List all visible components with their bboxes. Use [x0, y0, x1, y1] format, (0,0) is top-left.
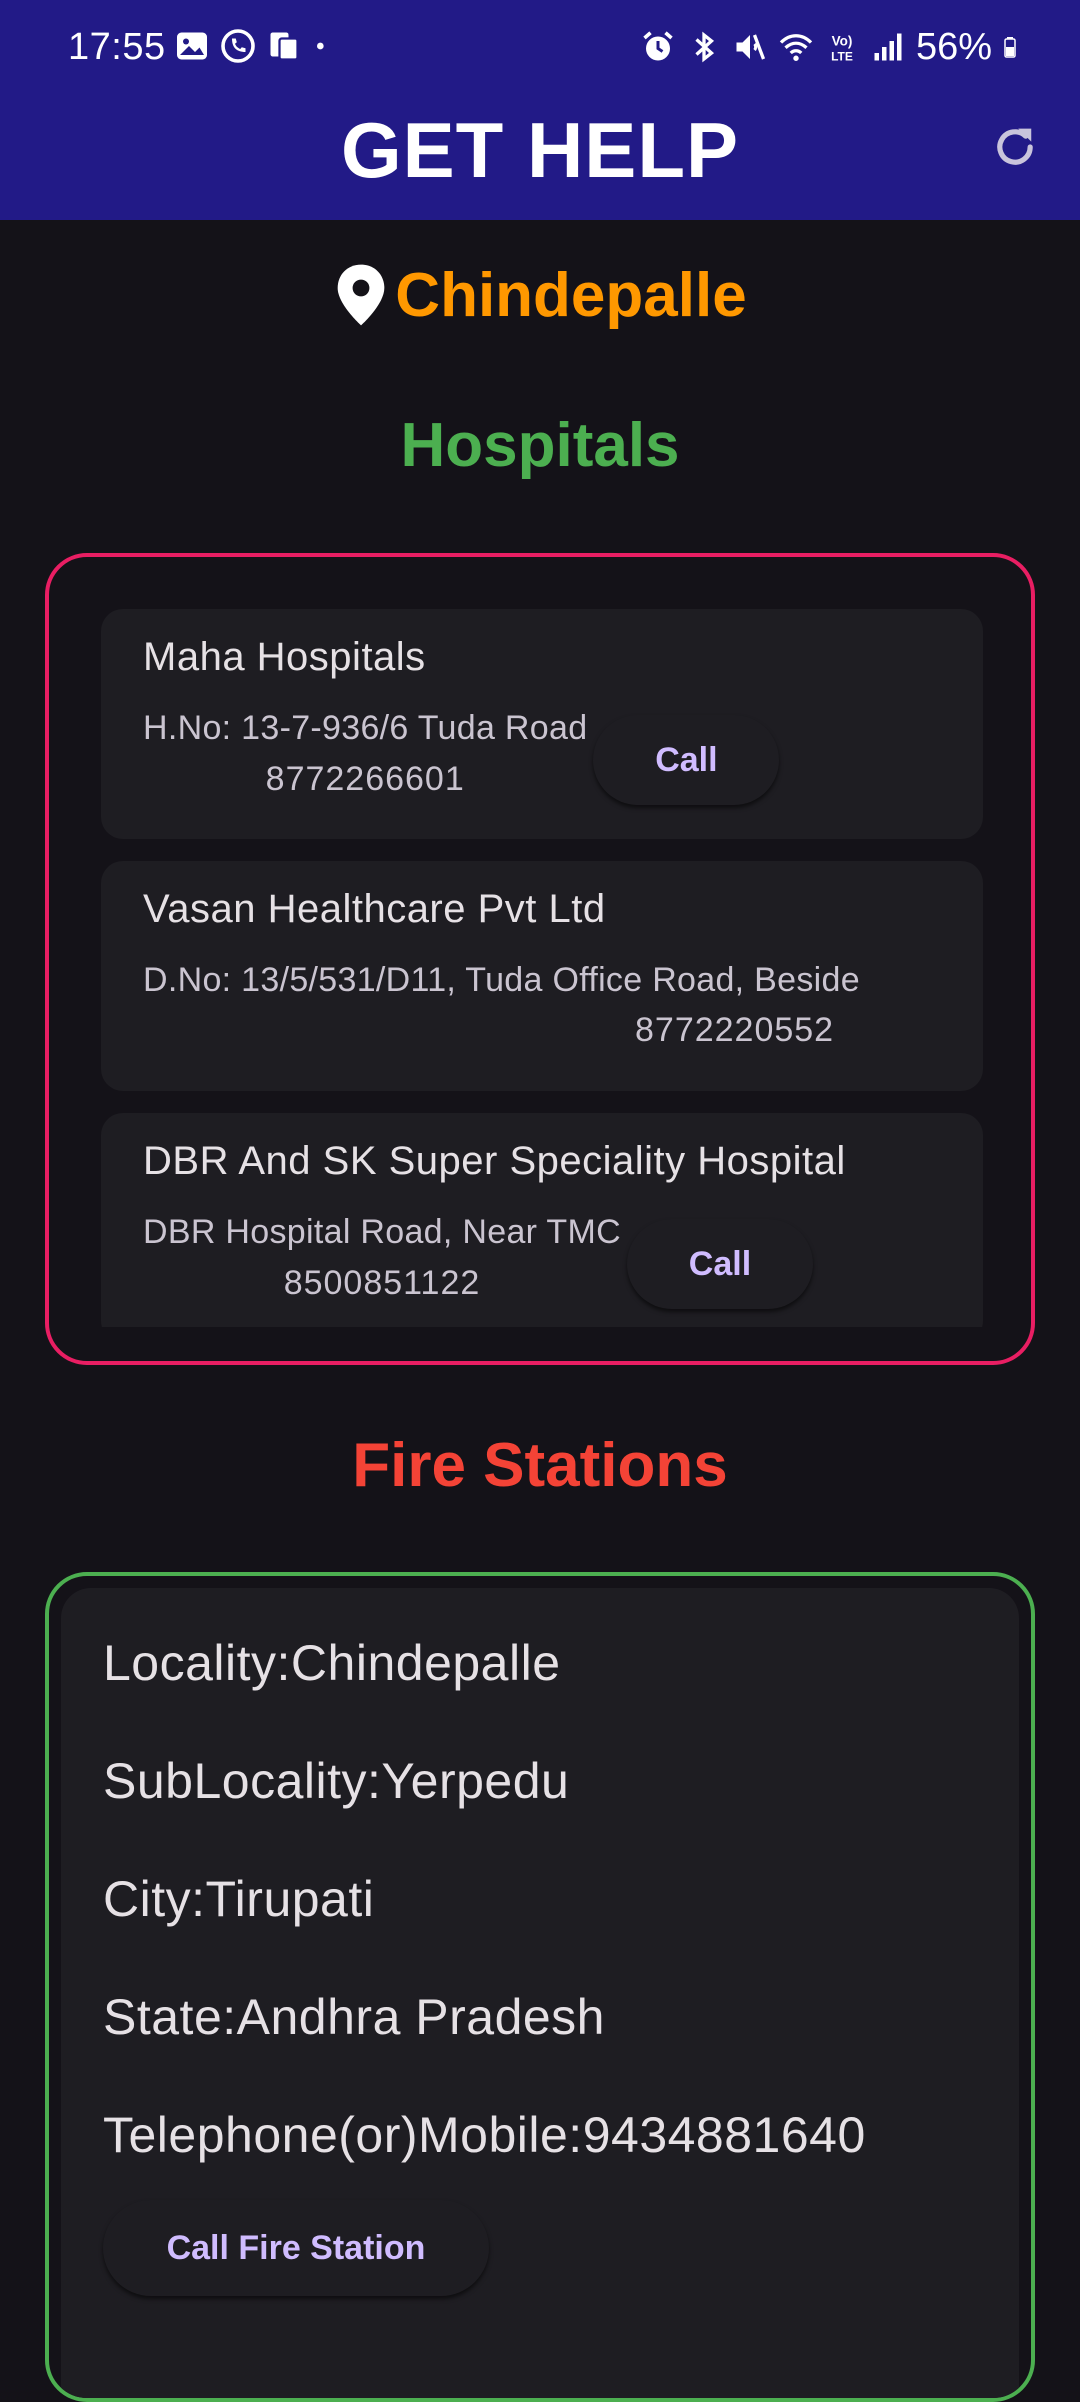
hospital-name: Maha Hospitals: [143, 635, 426, 679]
page-title: GET HELP: [340, 106, 740, 194]
hospital-phone: 8772266601: [265, 760, 465, 798]
hospital-details: H.No: 13-7-936/6 Tuda Road 8772266601 Ca…: [143, 709, 780, 805]
refresh-icon: [997, 128, 1033, 165]
svg-text:LTE: LTE: [831, 50, 853, 64]
hospital-text-column: H.No: 13-7-936/6 Tuda Road 8772266601: [143, 709, 587, 799]
fire-telephone: Telephone(or)Mobile:9434881640: [103, 2107, 866, 2163]
hospital-name: DBR And SK Super Speciality Hospital: [143, 1139, 846, 1183]
hospitals-list[interactable]: Maha Hospitals H.No: 13-7-936/6 Tuda Roa…: [101, 609, 983, 1327]
refresh-button[interactable]: [980, 112, 1050, 182]
hospital-address: DBR Hospital Road, Near TMC: [143, 1213, 621, 1251]
fire-stations-panel: Locality:Chindepalle SubLocality:Yerpedu…: [45, 1572, 1035, 2402]
hospital-details: D.No: 13/5/531/D11, Tuda Office Road, Be…: [143, 961, 919, 1000]
status-bar: 17:55 Vo) LTE 56%: [0, 0, 1080, 95]
call-fire-station-button[interactable]: Call Fire Station: [103, 2200, 489, 2296]
hospital-card: Maha Hospitals H.No: 13-7-936/6 Tuda Roa…: [101, 609, 983, 839]
svg-text:Vo): Vo): [832, 34, 853, 49]
fire-station-card: Locality:Chindepalle SubLocality:Yerpedu…: [61, 1588, 1019, 2398]
hospital-details: DBR Hospital Road, Near TMC 8500851122 C…: [143, 1213, 813, 1309]
dot-icon: [317, 42, 324, 50]
mute-icon: [736, 34, 765, 60]
hospital-card: Vasan Healthcare Pvt Ltd D.No: 13/5/531/…: [101, 861, 983, 1091]
fire-locality: Locality:Chindepalle: [103, 1635, 561, 1691]
volte-icon: Vo) LTE: [831, 34, 853, 64]
hospital-phone: 8500851122: [283, 1264, 481, 1302]
hospitals-heading: Hospitals: [400, 411, 680, 480]
hospital-phone: 8772220552: [635, 1011, 835, 1049]
screen-mirror-icon: [270, 32, 299, 61]
battery-icon: [1004, 37, 1016, 58]
status-time: 17:55: [68, 26, 166, 68]
status-right: Vo) LTE 56%: [640, 22, 1026, 72]
wifi-icon: [779, 34, 813, 61]
fire-sublocality: SubLocality:Yerpedu: [103, 1753, 570, 1809]
location-name: Chindepalle: [395, 260, 747, 330]
location-row: Chindepalle: [0, 250, 1080, 340]
call-button[interactable]: Call: [626, 1219, 813, 1309]
status-left-icons: [174, 28, 332, 64]
bluetooth-icon: [695, 31, 714, 63]
hospital-address-clip: D.No: 13/5/531/D11, Tuda Office Road, Be…: [143, 961, 919, 1000]
gallery-icon: [177, 32, 207, 60]
alarm-icon: [643, 31, 673, 61]
hospital-text-column: DBR Hospital Road, Near TMC 8500851122: [143, 1213, 621, 1303]
hospital-address: D.No: 13/5/531/D11, Tuda Office Road, Be…: [143, 961, 860, 999]
fire-state: State:Andhra Pradesh: [103, 1989, 605, 2045]
fire-city: City:Tirupati: [103, 1871, 375, 1927]
app-bar: 17:55 Vo) LTE 56% GET HELP: [0, 0, 1080, 220]
call-button[interactable]: Call: [593, 715, 780, 805]
battery-percent: 56%: [915, 26, 992, 68]
hospitals-panel: Maha Hospitals H.No: 13-7-936/6 Tuda Roa…: [45, 553, 1035, 1365]
hospital-address: H.No: 13-7-936/6 Tuda Road: [143, 709, 588, 747]
hospital-name: Vasan Healthcare Pvt Ltd: [143, 887, 606, 931]
hospital-card: DBR And SK Super Speciality Hospital DBR…: [101, 1113, 983, 1327]
signal-icon: [874, 33, 902, 61]
phone-call-icon: [221, 29, 255, 63]
fire-stations-heading: Fire Stations: [352, 1431, 728, 1500]
location-pin-icon: [337, 264, 385, 326]
